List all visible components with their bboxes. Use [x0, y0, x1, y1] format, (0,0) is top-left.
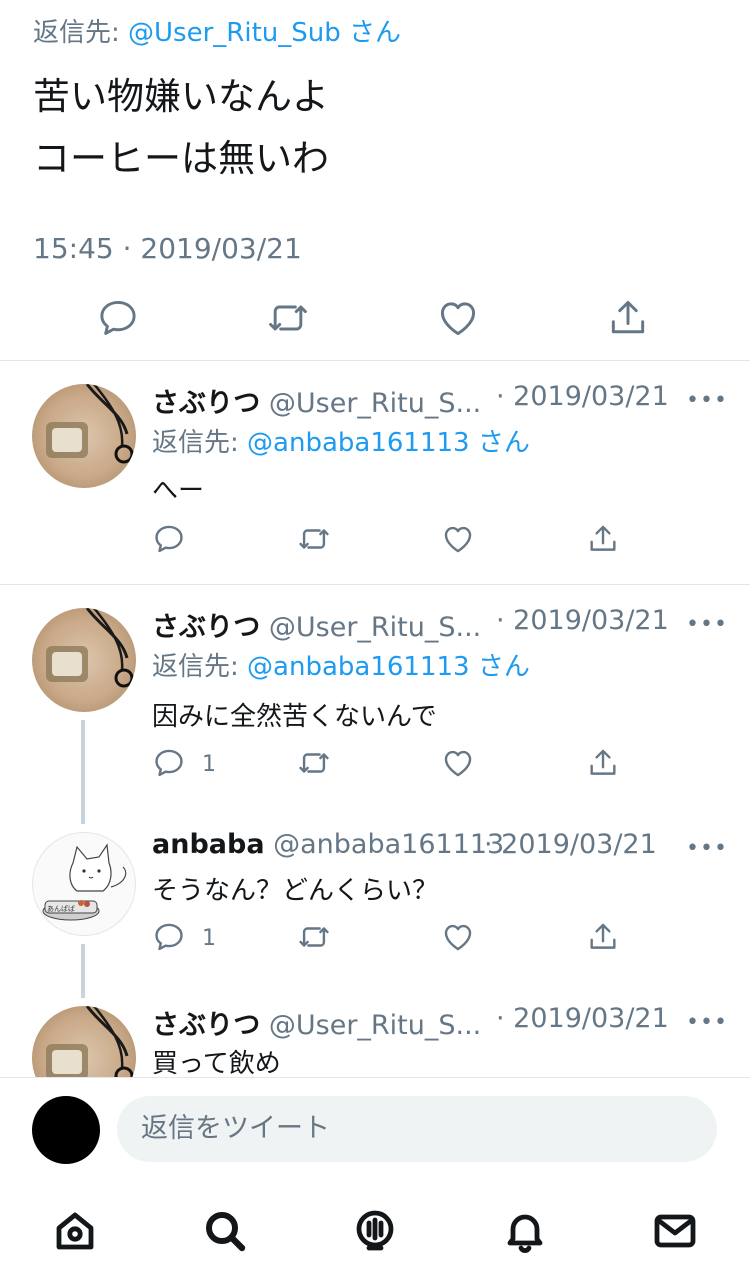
- user-name[interactable]: さぶりつ: [152, 612, 260, 643]
- user-name[interactable]: anbaba: [152, 829, 265, 860]
- like-icon[interactable]: [441, 522, 475, 556]
- reply-icon[interactable]: [152, 746, 186, 780]
- avatar[interactable]: あんぱば: [32, 832, 136, 936]
- cat-illustration: あんぱば: [42, 843, 127, 921]
- reply-prefix: 返信先:: [152, 428, 239, 458]
- tweet-timestamp: 15:45 · 2019/03/21: [33, 232, 302, 265]
- more-icon[interactable]: •••: [686, 612, 728, 637]
- home-icon[interactable]: [51, 1207, 99, 1255]
- reply-to: 返信先: @anbaba161113 さん: [152, 646, 530, 683]
- thread-line: [81, 944, 85, 998]
- avatar[interactable]: [32, 384, 136, 488]
- messages-icon[interactable]: [651, 1207, 699, 1255]
- tweet-text-line: コーヒーは無いわ: [33, 137, 329, 180]
- more-icon[interactable]: •••: [686, 1010, 728, 1035]
- divider: [0, 584, 750, 585]
- reply-text: 買って飲め: [152, 1049, 281, 1079]
- user-handle[interactable]: @User_Ritu_S...: [269, 612, 481, 643]
- svg-text:あんぱば: あんぱば: [47, 904, 75, 913]
- like-icon[interactable]: [436, 296, 480, 340]
- more-icon[interactable]: •••: [686, 388, 728, 413]
- user-handle[interactable]: @User_Ritu_S...: [269, 388, 481, 419]
- share-icon[interactable]: [586, 920, 620, 954]
- like-icon[interactable]: [441, 746, 475, 780]
- user-name[interactable]: さぶりつ: [152, 1010, 260, 1041]
- tab-bar: [0, 1177, 750, 1277]
- my-avatar[interactable]: [32, 1096, 100, 1164]
- reply-prefix: 返信先:: [152, 652, 239, 682]
- reply-header: さぶりつ @User_Ritu_S...: [152, 605, 481, 644]
- reply-date: · 2019/03/21: [496, 1003, 669, 1034]
- reply-text: 因みに全然苦くないんで: [152, 702, 437, 732]
- bottle-photo: [46, 384, 134, 464]
- reply-icon[interactable]: [152, 920, 186, 954]
- reply-icon[interactable]: [96, 296, 140, 340]
- reply-date: · 2019/03/21: [484, 829, 657, 860]
- user-handle[interactable]: @anbaba161113: [273, 829, 504, 860]
- notifications-icon[interactable]: [501, 1207, 549, 1255]
- bottle-photo: [46, 608, 134, 688]
- reply-text: そうなん？どんくらい？: [152, 876, 439, 906]
- reply-to: 返信先: @anbaba161113 さん: [152, 422, 530, 459]
- reply-suffix: さん: [477, 652, 530, 682]
- reply-text: へー: [152, 476, 205, 506]
- spaces-icon[interactable]: [351, 1207, 399, 1255]
- share-icon[interactable]: [586, 522, 620, 556]
- user-name[interactable]: さぶりつ: [152, 388, 260, 419]
- share-icon[interactable]: [606, 296, 650, 340]
- tweet-text-line: 苦い物嫌いなんよ: [33, 75, 329, 118]
- reply-header: さぶりつ @User_Ritu_S...: [152, 381, 481, 420]
- reply-header: anbaba @anbaba161113: [152, 829, 504, 860]
- reply-date: · 2019/03/21: [496, 381, 669, 412]
- reply-count: 1: [202, 752, 216, 777]
- reply-icon[interactable]: [152, 522, 186, 556]
- search-icon[interactable]: [201, 1207, 249, 1255]
- reply-composer: 返信をツイート: [0, 1077, 750, 1178]
- retweet-icon[interactable]: [297, 920, 331, 954]
- reply-count: 1: [202, 926, 216, 951]
- avatar[interactable]: [32, 608, 136, 712]
- reply-input[interactable]: 返信をツイート: [117, 1096, 717, 1162]
- user-handle[interactable]: @User_Ritu_S...: [269, 1010, 481, 1041]
- share-icon[interactable]: [586, 746, 620, 780]
- retweet-icon[interactable]: [297, 522, 331, 556]
- divider: [0, 360, 750, 361]
- reply-suffix: さん: [477, 428, 530, 458]
- more-icon[interactable]: •••: [686, 836, 728, 861]
- reply-handle-link[interactable]: @anbaba161113: [247, 652, 470, 682]
- reply-prefix: 返信先:: [33, 18, 120, 48]
- reply-handle-link[interactable]: @anbaba161113: [247, 428, 470, 458]
- reply-suffix: さん: [349, 18, 402, 48]
- reply-date: · 2019/03/21: [496, 605, 669, 636]
- retweet-icon[interactable]: [297, 746, 331, 780]
- reply-handle-link[interactable]: @User_Ritu_Sub: [128, 18, 341, 48]
- reply-header: さぶりつ @User_Ritu_S...: [152, 1003, 481, 1042]
- retweet-icon[interactable]: [266, 296, 310, 340]
- thread-line: [81, 720, 85, 824]
- like-icon[interactable]: [441, 920, 475, 954]
- main-reply-to: 返信先: @User_Ritu_Sub さん: [33, 12, 401, 49]
